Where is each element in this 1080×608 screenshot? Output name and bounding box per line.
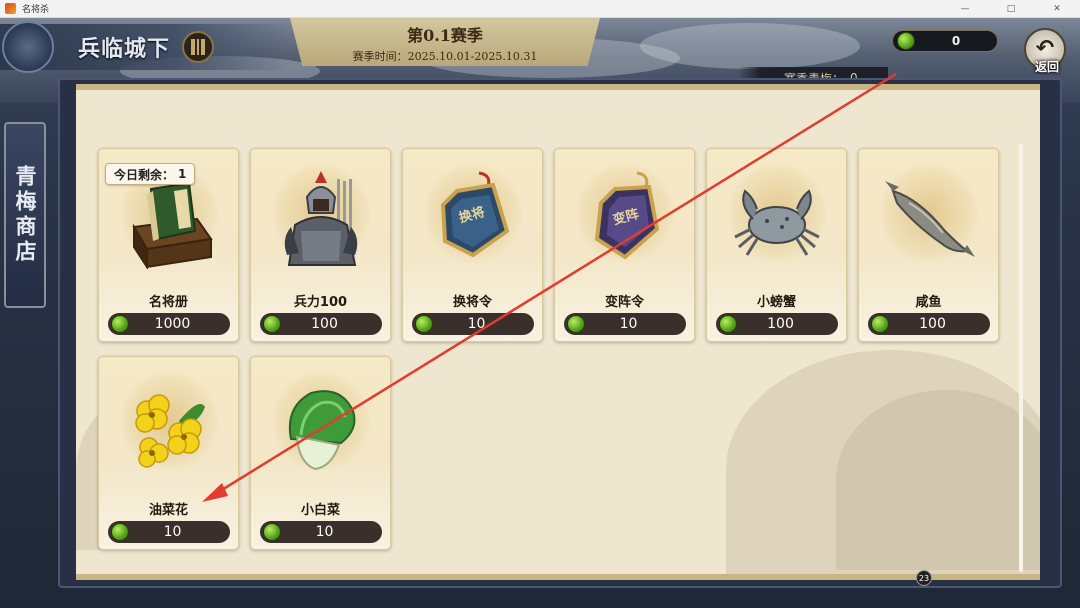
swap-general-token-icon: 换将 [440,171,510,258]
crab-icon [734,189,820,256]
buy-button[interactable]: 100 [868,313,990,335]
item-name: 小白菜 [300,503,340,518]
buy-button[interactable]: 1000 [108,313,230,335]
item-price: 1000 [154,316,191,332]
buy-button[interactable]: 10 [412,313,534,335]
season-title: 第0.1赛季 [407,26,483,45]
green-plum-icon [415,315,433,333]
item-name: 名将册 [148,295,188,310]
rules-book-button[interactable] [182,31,215,63]
shop-item-card[interactable]: 小螃蟹 100 [706,148,847,342]
season-panel: 第0.1赛季 赛季时间：2025.10.01-2025.10.31 [290,18,600,66]
green-plum-icon [719,315,737,333]
change-formation-token-icon: 变阵 [594,171,660,260]
green-plum-icon [263,523,281,541]
back-arrow-icon: ↶ [1035,36,1055,61]
buy-button[interactable]: 100 [716,313,838,335]
green-plum-icon [263,315,281,333]
item-name: 咸鱼 [915,295,942,310]
window-title: 名将杀 [22,5,50,15]
shop-item-card[interactable]: 换将 换将令 10 [402,148,543,342]
book-icon [191,39,206,55]
close-icon[interactable]: ✕ [1034,0,1080,18]
bok-choy-icon [289,390,356,471]
item-name: 变阵令 [604,295,644,310]
item-price: 10 [315,524,334,540]
item-price: 10 [619,316,638,332]
page-indicator: 23 [916,570,932,586]
item-price: 100 [919,316,946,332]
salted-fish-icon [885,181,975,257]
item-name: 油菜花 [148,503,188,518]
shop-item-card[interactable]: 小白菜 10 [250,356,391,550]
item-price: 100 [767,316,794,332]
armored-soldier-icon [284,171,358,266]
buy-button[interactable]: 100 [260,313,382,335]
shop-item-card[interactable]: 兵力100 100 [250,148,391,342]
green-plum-icon [111,315,129,333]
buy-button[interactable]: 10 [564,313,686,335]
item-price: 10 [467,316,486,332]
app-icon [5,3,16,14]
currency-value: 0 [951,34,961,48]
shop-item-card[interactable]: 咸鱼 100 [858,148,999,342]
item-price: 100 [311,316,338,332]
item-name: 兵力100 [293,295,348,310]
city-name: 兵临城下 [78,36,171,62]
green-plum-icon [871,315,889,333]
daily-limit-badge: 今日剩余： 1 [105,163,196,185]
maximize-icon[interactable]: □ [988,0,1034,18]
buy-button[interactable]: 10 [108,521,230,543]
shop-item-card[interactable]: 油菜花 10 [98,356,239,550]
green-plum-icon [567,315,585,333]
scrollbar[interactable] [1019,144,1023,572]
dragon-emblem-icon [2,21,54,73]
back-label[interactable]: 返回 [1028,58,1066,75]
item-name: 小螃蟹 [756,295,796,310]
rapeseed-flower-icon [135,394,205,468]
item-price: 10 [163,524,182,540]
side-tab-label: 青梅商店 [13,165,38,265]
green-plum-icon [897,32,915,50]
season-time: 赛季时间：2025.10.01-2025.10.31 [352,50,538,63]
window-titlebar: 名将杀 — □ ✕ [0,0,1080,18]
city-banner: 兵临城下 [0,21,290,73]
tab-green-plum-shop[interactable]: 青梅商店 [4,122,46,308]
minimize-icon[interactable]: — [942,0,988,18]
green-plum-icon [111,523,129,541]
item-name: 换将令 [452,295,492,310]
shop-item-card[interactable]: 变阵 变阵令 10 [554,148,695,342]
shop-item-card[interactable]: 今日剩余： 1 名将册 1000 [98,148,239,342]
currency-display: 0 [892,30,998,52]
buy-button[interactable]: 10 [260,521,382,543]
